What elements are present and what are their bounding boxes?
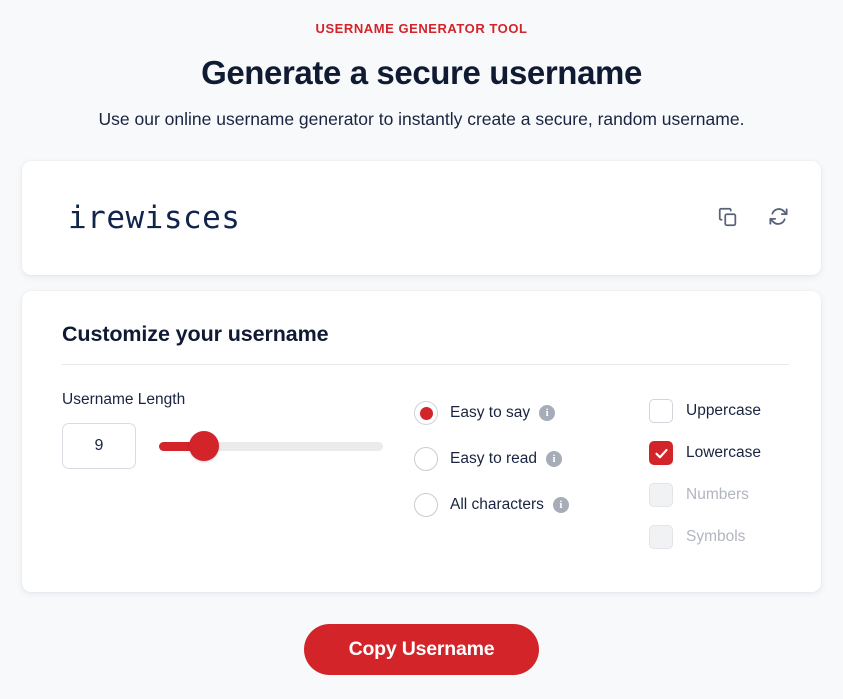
refresh-icon-button[interactable]	[763, 203, 793, 233]
radio-easy-to-read[interactable]: Easy to read i	[414, 436, 649, 482]
copy-icon	[717, 206, 739, 231]
customize-card: Customize your username Username Length …	[22, 291, 821, 592]
result-actions	[713, 203, 793, 233]
footer-actions: Copy Username	[0, 624, 843, 675]
page-title: Generate a secure username	[201, 54, 642, 91]
checkbox-uppercase[interactable]: Uppercase	[649, 390, 789, 432]
copy-username-button[interactable]: Copy Username	[303, 624, 540, 675]
refresh-icon	[767, 205, 790, 231]
section-divider	[62, 364, 789, 365]
options-row: Username Length Easy to say i Easy to re…	[62, 390, 789, 558]
checkbox-box-icon	[649, 525, 673, 549]
radio-label: All characters	[450, 496, 544, 513]
checkbox-box-icon	[649, 399, 673, 423]
username-length-label: Username Length	[62, 391, 186, 408]
username-length-input[interactable]	[62, 423, 136, 469]
info-icon[interactable]: i	[546, 451, 563, 467]
checkbox-lowercase[interactable]: Lowercase	[649, 432, 789, 474]
radio-mark-icon	[414, 401, 438, 425]
checkbox-symbols: Symbols	[649, 516, 789, 558]
radio-easy-to-say[interactable]: Easy to say i	[414, 390, 649, 436]
copy-icon-button[interactable]	[713, 203, 743, 233]
character-sets-group: Uppercase Lowercase Numbers Symbols	[649, 390, 789, 558]
slider-thumb[interactable]	[188, 431, 219, 461]
info-icon[interactable]: i	[539, 405, 556, 421]
username-length-group: Username Length	[62, 390, 414, 469]
page-subtitle: Use our online username generator to ins…	[98, 109, 745, 129]
generated-username-value[interactable]: irewisces	[68, 200, 713, 236]
checkbox-label: Lowercase	[686, 444, 761, 461]
eyebrow-label: USERNAME GENERATOR TOOL	[315, 21, 528, 36]
radio-label: Easy to say	[450, 404, 531, 421]
checkbox-box-icon	[649, 441, 673, 465]
character-style-group: Easy to say i Easy to read i All charact…	[414, 390, 649, 528]
radio-label: Easy to read	[450, 450, 538, 467]
checkbox-label: Symbols	[686, 528, 746, 545]
radio-all-characters[interactable]: All characters i	[414, 482, 649, 528]
customize-section-title: Customize your username	[62, 322, 329, 346]
info-icon[interactable]: i	[552, 497, 569, 513]
radio-mark-icon	[414, 493, 438, 517]
checkbox-numbers: Numbers	[649, 474, 789, 516]
length-controls	[62, 423, 398, 469]
checkbox-box-icon	[649, 483, 673, 507]
checkbox-label: Uppercase	[686, 402, 761, 419]
generated-username-card: irewisces	[22, 161, 821, 275]
radio-mark-icon	[414, 447, 438, 471]
page-header: USERNAME GENERATOR TOOL Generate a secur…	[0, 0, 843, 131]
username-length-slider[interactable]	[159, 423, 383, 469]
checkbox-label: Numbers	[686, 486, 749, 503]
